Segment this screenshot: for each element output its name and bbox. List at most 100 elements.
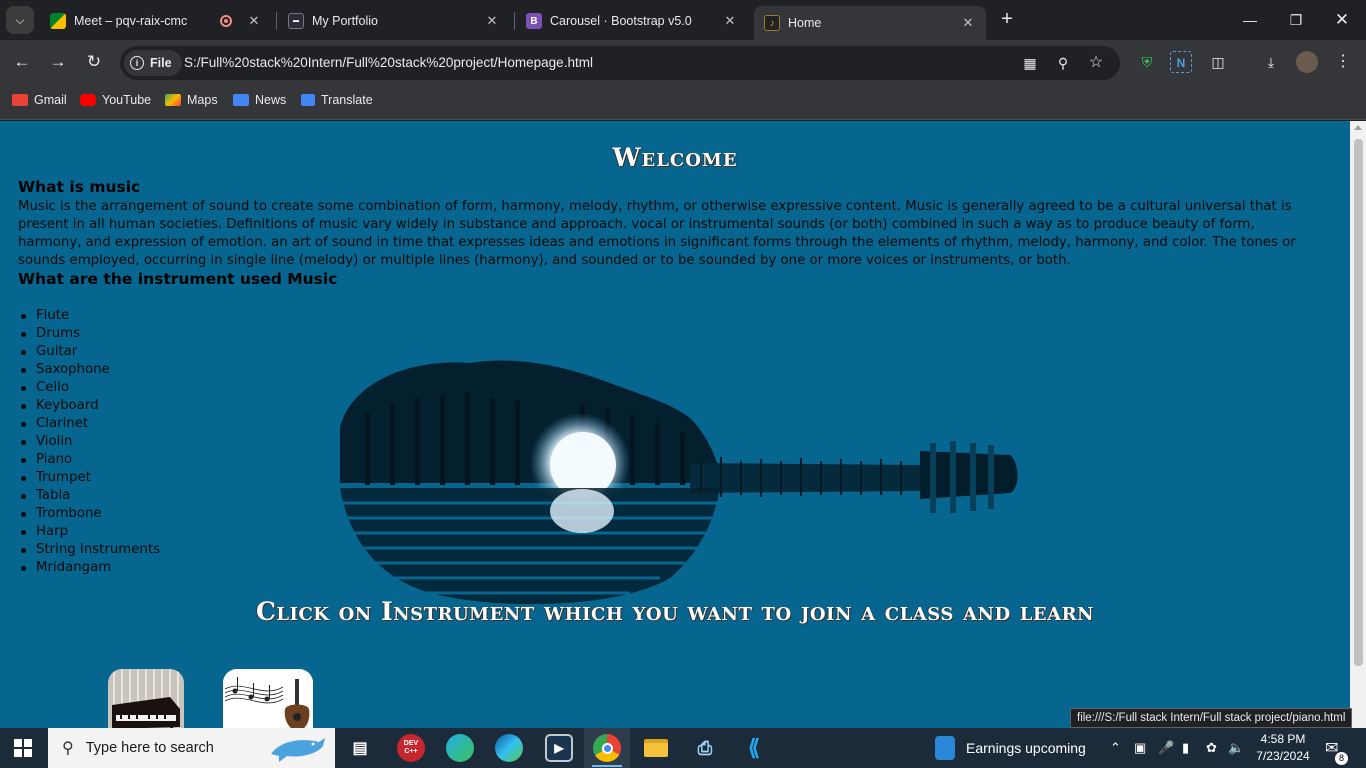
list-item: Saxophone <box>18 361 160 379</box>
file-explorer-icon[interactable] <box>642 734 670 762</box>
bookmark-translate[interactable]: Translate <box>301 93 373 107</box>
youtube-icon <box>80 94 96 106</box>
chevron-down-icon: ⌵ <box>15 12 25 27</box>
forward-button[interactable]: → <box>46 50 70 74</box>
tab-meet[interactable]: Meet – pqv-raix-cmc ✕ <box>40 6 272 36</box>
list-item: Mridangam <box>18 559 160 577</box>
bookmark-gmail[interactable]: Gmail <box>12 93 67 107</box>
restore-button[interactable]: ❐ <box>1284 8 1308 32</box>
what-is-music-heading: What is music <box>18 178 141 196</box>
google-meet-icon <box>50 13 66 29</box>
chevron-up-icon[interactable]: ⌃ <box>1110 740 1121 756</box>
avatar[interactable] <box>1296 51 1318 73</box>
wifi-icon[interactable]: ✿ <box>1206 740 1217 756</box>
menu-kebab-icon[interactable]: ⋮ <box>1332 51 1354 73</box>
meet-tray-icon[interactable]: ▣ <box>1134 740 1146 756</box>
bookmark-youtube[interactable]: YouTube <box>80 93 151 107</box>
bookmark-label: News <box>255 93 287 107</box>
close-icon[interactable]: ✕ <box>722 13 738 29</box>
bookmark-label: Maps <box>187 93 218 107</box>
url-text[interactable]: S:/Full%20stack%20Intern/Full%20stack%20… <box>184 55 593 70</box>
translate-icon <box>301 94 315 106</box>
battery-icon[interactable]: ▮ <box>1182 740 1189 756</box>
new-tab-button[interactable]: + <box>996 9 1018 31</box>
close-icon[interactable]: ✕ <box>246 13 262 29</box>
taskbar-search-box[interactable]: ⚲ Type here to search <box>48 728 335 768</box>
bookmark-star-icon[interactable]: ☆ <box>1086 53 1106 73</box>
bookmark-news[interactable]: News <box>233 93 286 107</box>
scroll-up-icon[interactable] <box>1354 125 1362 130</box>
piano-class-card[interactable] <box>108 669 184 728</box>
list-item: Guitar <box>18 343 160 361</box>
instrument-list: Flute Drums Guitar Saxophone Cello Keybo… <box>18 307 160 577</box>
microphone-icon[interactable]: 🎤 <box>1158 740 1174 756</box>
gmail-icon <box>12 94 28 106</box>
site-info-chip[interactable]: i File <box>124 50 182 76</box>
close-icon[interactable]: ✕ <box>960 15 976 31</box>
bookmark-label: YouTube <box>102 93 152 107</box>
close-icon: ✕ <box>1334 10 1350 29</box>
list-item: Harp <box>18 523 160 541</box>
tab-title: Home <box>788 16 822 30</box>
join-class-heading: Click on Instrument which you want to jo… <box>255 597 1095 626</box>
welcome-heading: Welcome <box>612 143 738 172</box>
browser-toolbar: ← → ↻ i File S:/Full%20stack%20Intern/Fu… <box>0 40 1366 84</box>
windows-taskbar: ⚲ Type here to search ▤ DEV C++ ▶ ⎙ ⟪ Ear… <box>0 728 1366 768</box>
minimize-icon: — <box>1243 12 1257 28</box>
zoom-icon[interactable]: ⚲ <box>1053 53 1073 73</box>
tab-bootstrap[interactable]: B Carousel · Bootstrap v5.0 ✕ <box>516 6 748 36</box>
shield-extension-icon[interactable]: ⛨ <box>1136 51 1158 73</box>
reload-icon: ↻ <box>86 52 102 71</box>
link-status-bubble: file:///S:/Full stack Intern/Full stack … <box>1070 708 1353 728</box>
tab-title: Carousel · Bootstrap v5.0 <box>550 14 692 28</box>
scrollbar-thumb[interactable] <box>1354 139 1363 666</box>
edge-icon[interactable] <box>495 734 523 762</box>
dev-cpp-icon[interactable]: DEV C++ <box>397 734 425 762</box>
back-button[interactable]: ← <box>10 50 34 74</box>
vscode-icon[interactable]: ⟪ <box>740 734 768 762</box>
bookmark-maps[interactable]: Maps <box>165 93 218 107</box>
tab-home[interactable]: ♪ Home ✕ <box>754 6 986 40</box>
media-player-icon[interactable]: ▶ <box>545 734 573 762</box>
list-item: Trombone <box>18 505 160 523</box>
network-drive-icon[interactable]: ⎙ <box>691 734 719 762</box>
tab-separator <box>276 12 277 30</box>
news-widget-icon[interactable] <box>935 736 955 760</box>
taskbar-clock[interactable]: 4:58 PM 7/23/2024 <box>1250 731 1316 765</box>
task-view-icon[interactable]: ▤ <box>346 734 374 762</box>
arrow-right-icon: → <box>49 52 67 71</box>
tab-portfolio[interactable]: ▬ My Portfolio ✕ <box>278 6 510 36</box>
volume-icon[interactable]: 🔈 <box>1228 740 1244 756</box>
list-item: Clarinet <box>18 415 160 433</box>
list-item: Trumpet <box>18 469 160 487</box>
list-item: Drums <box>18 325 160 343</box>
extension-n-icon[interactable]: N <box>1170 51 1192 73</box>
instruments-heading: What are the instrument used Music <box>18 270 338 288</box>
clock-time: 4:58 PM <box>1260 732 1306 746</box>
tab-title: Meet – pqv-raix-cmc <box>74 14 188 28</box>
extensions-puzzle-icon[interactable]: ◫ <box>1207 51 1229 73</box>
download-icon[interactable]: ⤓ <box>1260 51 1282 73</box>
guitar-class-card[interactable] <box>223 669 313 728</box>
tab-search-button[interactable]: ⌵ <box>6 6 34 34</box>
minimize-button[interactable]: — <box>1238 8 1262 32</box>
widget-text[interactable]: Earnings upcoming <box>966 740 1086 756</box>
chrome-icon[interactable] <box>593 734 621 762</box>
list-item: Cello <box>18 379 160 397</box>
close-icon[interactable]: ✕ <box>484 13 500 29</box>
info-icon: i <box>130 56 144 70</box>
tab-separator <box>514 12 515 30</box>
piano-image <box>108 669 184 728</box>
translate-icon[interactable]: ▦ <box>1020 53 1040 73</box>
reload-button[interactable]: ↻ <box>82 50 106 74</box>
portfolio-icon: ▬ <box>288 13 304 29</box>
close-window-button[interactable]: ✕ <box>1330 8 1354 32</box>
address-bar[interactable]: i File S:/Full%20stack%20Intern/Full%20s… <box>120 46 1120 80</box>
search-placeholder: Type here to search <box>85 740 214 756</box>
news-icon <box>233 94 249 106</box>
list-item: Flute <box>18 307 160 325</box>
site-info-label: File <box>150 56 172 70</box>
edge-beta-icon[interactable] <box>446 734 474 762</box>
page-scrollbar[interactable] <box>1350 121 1366 728</box>
windows-start-icon[interactable] <box>14 739 32 757</box>
